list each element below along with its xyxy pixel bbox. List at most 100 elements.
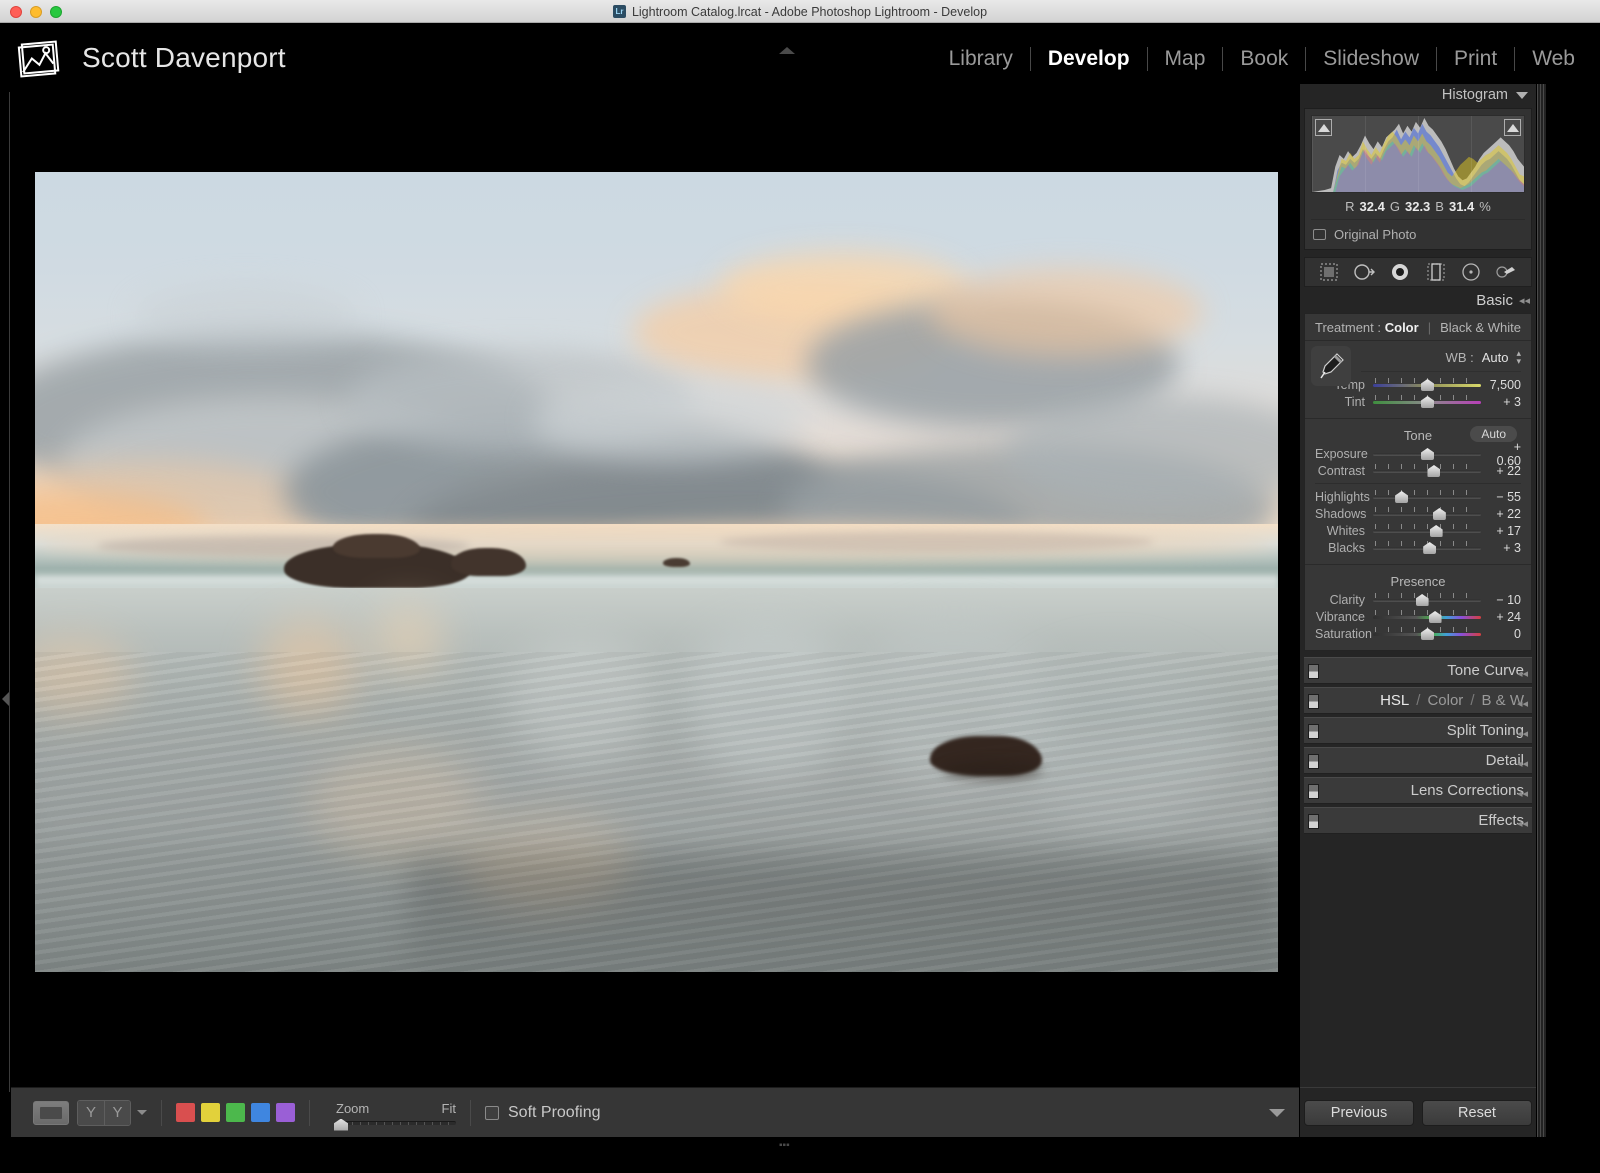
color-label-yellow[interactable] <box>201 1103 220 1122</box>
toolbar-chevron-down-icon[interactable] <box>1269 1108 1285 1117</box>
right-panel-scrollbar[interactable] <box>1537 84 1546 1137</box>
soft-proofing-checkbox[interactable] <box>485 1105 499 1120</box>
white-balance-stepper-icon[interactable]: ▴ ▾ <box>1516 349 1521 366</box>
vibrance-value[interactable]: + 24 <box>1481 610 1521 624</box>
chevron-down-icon[interactable] <box>137 1110 147 1115</box>
whites-slider-track[interactable] <box>1373 524 1481 537</box>
vibrance-slider-row[interactable]: Vibrance + 24 <box>1315 608 1521 625</box>
detail-toggle-switch[interactable] <box>1308 754 1319 769</box>
white-balance-value[interactable]: Auto <box>1482 350 1509 365</box>
left-panel-edge[interactable] <box>0 92 10 1092</box>
contrast-slider-row[interactable]: Contrast + 22 <box>1315 462 1521 479</box>
treatment-option-color[interactable]: Color <box>1385 320 1419 335</box>
tint-value[interactable]: + 3 <box>1481 395 1521 409</box>
exposure-slider-row[interactable]: Exposure + 0.60 <box>1315 440 1521 468</box>
before-after-icon[interactable]: YY <box>77 1099 131 1126</box>
histogram-header[interactable]: Histogram <box>1300 84 1536 106</box>
color-label-blue[interactable] <box>251 1103 270 1122</box>
temp-value[interactable]: 7,500 <box>1481 378 1521 392</box>
zoom-slider[interactable]: Zoom Fit <box>334 1101 456 1131</box>
clarity-slider-track[interactable] <box>1373 593 1481 606</box>
tone-curve-collapse-icon[interactable]: ◂◂ <box>1517 667 1528 680</box>
contrast-value[interactable]: + 22 <box>1481 464 1521 478</box>
chevron-down-icon[interactable] <box>1516 91 1528 99</box>
clarity-value[interactable]: − 10 <box>1481 593 1521 607</box>
zoom-slider-track[interactable] <box>336 1120 456 1125</box>
panel-split-toning[interactable]: Split Toning ◂◂ <box>1304 717 1532 744</box>
adjustment-brush-tool-icon[interactable] <box>1495 261 1519 283</box>
treatment-option-black-and-white[interactable]: Black & White <box>1440 320 1521 335</box>
tone-auto-button[interactable]: Auto <box>1470 426 1517 442</box>
color-label-purple[interactable] <box>276 1103 295 1122</box>
split-toning-toggle-switch[interactable] <box>1308 724 1319 739</box>
module-library[interactable]: Library <box>932 45 1030 73</box>
module-print[interactable]: Print <box>1437 45 1514 73</box>
panel-effects[interactable]: Effects ◂◂ <box>1304 807 1532 834</box>
white-balance-selector-icon[interactable] <box>1311 346 1351 386</box>
filmstrip-toggle-handle[interactable]: ▪▪▪ <box>779 1140 790 1151</box>
lens-corrections-toggle-switch[interactable] <box>1308 784 1319 799</box>
color-label-green[interactable] <box>226 1103 245 1122</box>
highlight-clipping-indicator[interactable] <box>1504 119 1521 136</box>
exposure-slider-track[interactable] <box>1373 447 1481 460</box>
crop-overlay-tool-icon[interactable] <box>1317 261 1341 283</box>
contrast-slider-track[interactable] <box>1373 464 1481 477</box>
temp-slider-track[interactable] <box>1373 378 1481 391</box>
identity-plate[interactable]: Scott Davenport <box>16 34 286 82</box>
previous-button[interactable]: Previous <box>1304 1099 1414 1126</box>
histogram-graph[interactable] <box>1311 115 1525 193</box>
panel-lens-corrections[interactable]: Lens Corrections ◂◂ <box>1304 777 1532 804</box>
left-panel-toggle-arrow[interactable] <box>2 692 9 706</box>
basic-panel-header[interactable]: Basic ◂◂ <box>1300 287 1536 313</box>
top-panel-toggle[interactable] <box>779 47 795 54</box>
tone-curve-toggle-switch[interactable] <box>1308 664 1319 679</box>
panel-tone-curve[interactable]: Tone Curve ◂◂ <box>1304 657 1532 684</box>
tint-slider-track[interactable] <box>1373 395 1481 408</box>
highlights-slider-row[interactable]: Highlights − 55 <box>1315 488 1521 505</box>
whites-slider-row[interactable]: Whites + 17 <box>1315 522 1521 539</box>
module-slideshow[interactable]: Slideshow <box>1306 45 1436 73</box>
reset-button[interactable]: Reset <box>1422 1099 1532 1126</box>
loupe-view-icon[interactable] <box>33 1100 69 1125</box>
saturation-slider-row[interactable]: Saturation 0 <box>1315 625 1521 642</box>
hsl-toggle-switch[interactable] <box>1308 694 1319 709</box>
color-label-red[interactable] <box>176 1103 195 1122</box>
original-photo-row[interactable]: Original Photo <box>1311 219 1525 247</box>
panel-hsl-color-bw[interactable]: HSL / Color / B & W ◂◂ <box>1304 687 1532 714</box>
module-map[interactable]: Map <box>1148 45 1223 73</box>
shadows-slider-track[interactable] <box>1373 507 1481 520</box>
vibrance-slider-track[interactable] <box>1373 610 1481 623</box>
graduated-filter-tool-icon[interactable] <box>1424 261 1448 283</box>
blacks-slider-track[interactable] <box>1373 541 1481 554</box>
basic-panel-collapse-icon[interactable]: ◂◂ <box>1519 294 1530 307</box>
saturation-value[interactable]: 0 <box>1481 627 1521 641</box>
saturation-slider-track[interactable] <box>1373 627 1481 640</box>
lens-corrections-collapse-icon[interactable]: ◂◂ <box>1517 787 1528 800</box>
hsl-label[interactable]: HSL <box>1380 692 1409 709</box>
split-toning-collapse-icon[interactable]: ◂◂ <box>1517 727 1528 740</box>
radial-filter-tool-icon[interactable] <box>1459 261 1483 283</box>
panel-detail[interactable]: Detail ◂◂ <box>1304 747 1532 774</box>
hsl-collapse-icon[interactable]: ◂◂ <box>1517 697 1528 710</box>
detail-collapse-icon[interactable]: ◂◂ <box>1517 757 1528 770</box>
blacks-value[interactable]: + 3 <box>1481 541 1521 555</box>
effects-collapse-icon[interactable]: ◂◂ <box>1517 817 1528 830</box>
color-label-swatches[interactable] <box>176 1103 295 1122</box>
photo-preview[interactable] <box>35 172 1278 972</box>
red-eye-correction-tool-icon[interactable] <box>1388 261 1412 283</box>
effects-toggle-switch[interactable] <box>1308 814 1319 829</box>
shadows-value[interactable]: + 22 <box>1481 507 1521 521</box>
blacks-slider-row[interactable]: Blacks + 3 <box>1315 539 1521 556</box>
whites-value[interactable]: + 17 <box>1481 524 1521 538</box>
tint-slider-row[interactable]: Tint + 3 <box>1315 393 1521 410</box>
shadows-slider-row[interactable]: Shadows + 22 <box>1315 505 1521 522</box>
clarity-slider-row[interactable]: Clarity − 10 <box>1315 591 1521 608</box>
highlights-slider-track[interactable] <box>1373 490 1481 503</box>
module-develop[interactable]: Develop <box>1031 45 1147 73</box>
shadow-clipping-indicator[interactable] <box>1315 119 1332 136</box>
highlights-value[interactable]: − 55 <box>1481 490 1521 504</box>
module-web[interactable]: Web <box>1515 45 1592 73</box>
original-photo-checkbox[interactable] <box>1313 229 1326 240</box>
color-label[interactable]: Color <box>1427 692 1463 709</box>
module-book[interactable]: Book <box>1223 45 1305 73</box>
